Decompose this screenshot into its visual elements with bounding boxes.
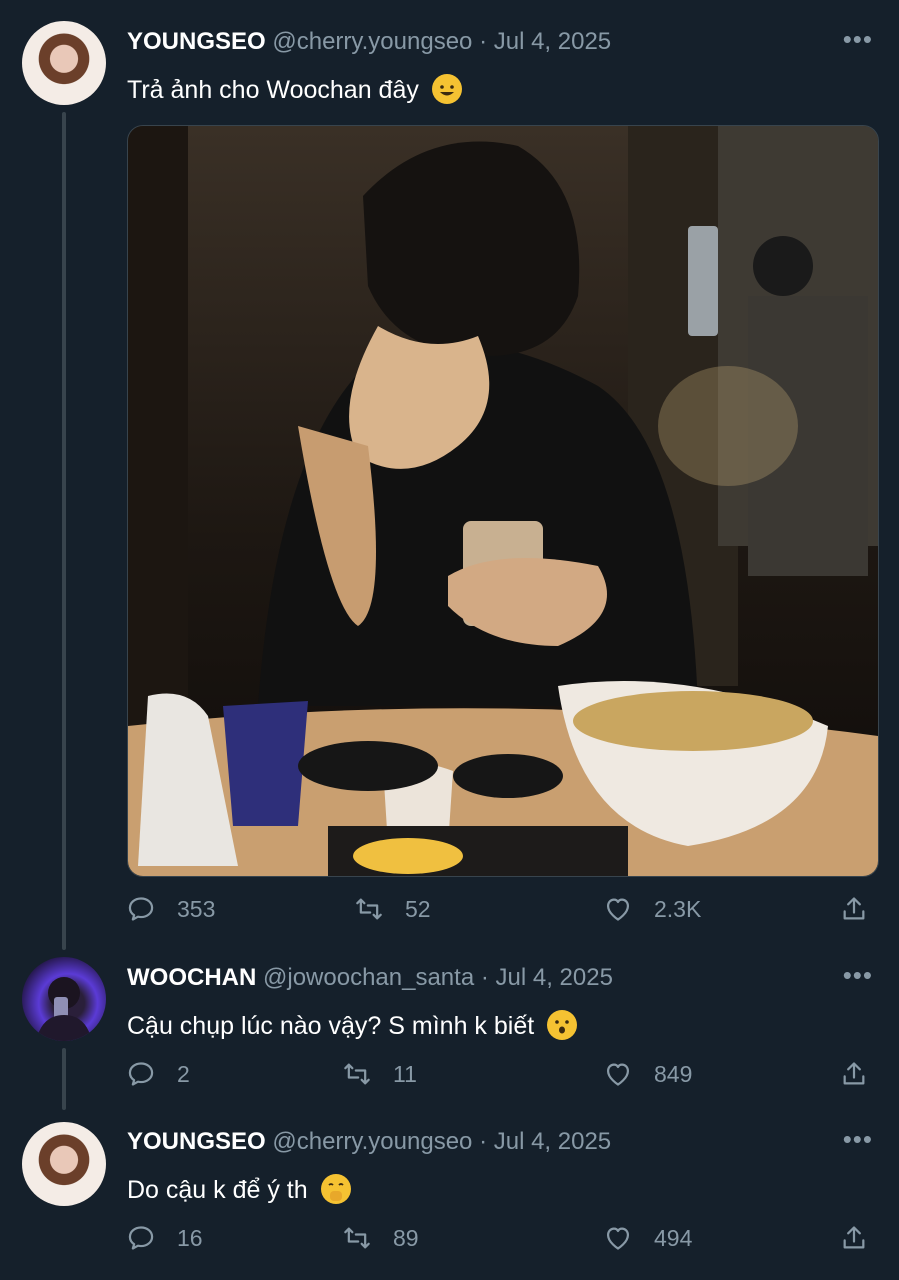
like-count: 2.3K bbox=[654, 895, 702, 922]
hushed-face-icon bbox=[547, 1010, 578, 1040]
display-name[interactable]: YOUNGSEO bbox=[127, 28, 266, 55]
avatar[interactable] bbox=[22, 21, 106, 105]
tweet-text-content: Trả ảnh cho Woochan đây bbox=[127, 76, 419, 104]
user-handle[interactable]: @cherry.youngseo bbox=[272, 1128, 472, 1155]
avatar-image bbox=[36, 977, 92, 1041]
tweet-text: Trả ảnh cho Woochan đây bbox=[127, 74, 462, 105]
timestamp[interactable]: Jul 4, 2025 bbox=[496, 964, 613, 991]
heart-icon bbox=[606, 1063, 630, 1086]
like-button[interactable]: 849 bbox=[604, 1060, 692, 1088]
reply-count: 2 bbox=[177, 1060, 190, 1087]
share-button[interactable] bbox=[840, 1060, 890, 1088]
tweet-header: WOOCHAN @jowoochan_santa · Jul 4, 2025 bbox=[127, 964, 613, 992]
reply-icon bbox=[128, 897, 154, 921]
tweet-text-content: Do cậu k để ý th bbox=[127, 1176, 308, 1204]
tweet-actions: 2 11 849 bbox=[127, 1060, 872, 1100]
more-options-icon[interactable]: ••• bbox=[843, 24, 873, 55]
user-handle[interactable]: @jowoochan_santa bbox=[263, 964, 474, 991]
reply-button[interactable]: 2 bbox=[127, 1060, 190, 1088]
like-button[interactable]: 494 bbox=[604, 1224, 692, 1252]
reply-button[interactable]: 353 bbox=[127, 895, 215, 923]
share-icon bbox=[843, 1062, 865, 1085]
tweet-header: YOUNGSEO @cherry.youngseo · Jul 4, 2025 bbox=[127, 28, 611, 56]
more-options-icon[interactable]: ••• bbox=[843, 960, 873, 991]
retweet-button[interactable]: 52 bbox=[355, 895, 431, 923]
retweet-icon bbox=[344, 1063, 370, 1085]
share-button[interactable] bbox=[840, 1224, 890, 1252]
tweet-header: YOUNGSEO @cherry.youngseo · Jul 4, 2025 bbox=[127, 1128, 611, 1156]
tweet-actions: 353 52 2.3K bbox=[127, 895, 872, 935]
tweet-text: Cậu chụp lúc nào vậy? S mình k biết bbox=[127, 1010, 578, 1041]
more-options-icon[interactable]: ••• bbox=[843, 1124, 873, 1155]
share-button[interactable] bbox=[840, 895, 890, 923]
tweet-photo[interactable] bbox=[127, 125, 879, 877]
separator-dot: · bbox=[479, 1128, 488, 1155]
user-handle[interactable]: @cherry.youngseo bbox=[272, 28, 472, 55]
grinning-cat-icon bbox=[431, 74, 462, 104]
avatar[interactable] bbox=[22, 1122, 106, 1206]
separator-dot: · bbox=[479, 28, 488, 55]
heart-icon bbox=[606, 898, 630, 921]
reply-count: 16 bbox=[177, 1224, 203, 1251]
timestamp[interactable]: Jul 4, 2025 bbox=[494, 28, 611, 55]
heart-icon bbox=[606, 1227, 630, 1250]
tweet-actions: 16 89 494 bbox=[127, 1224, 872, 1264]
retweet-button[interactable]: 89 bbox=[343, 1224, 419, 1252]
reply-icon bbox=[128, 1226, 154, 1250]
retweet-count: 89 bbox=[393, 1224, 419, 1251]
like-count: 494 bbox=[654, 1224, 693, 1251]
reply-count: 353 bbox=[177, 895, 216, 922]
face-with-hand-over-mouth-icon bbox=[320, 1174, 351, 1204]
timestamp[interactable]: Jul 4, 2025 bbox=[494, 1128, 611, 1155]
avatar[interactable] bbox=[22, 957, 106, 1041]
tweet[interactable]: WOOCHAN @jowoochan_santa · Jul 4, 2025 •… bbox=[0, 950, 899, 1114]
like-button[interactable]: 2.3K bbox=[604, 895, 701, 923]
retweet-icon bbox=[344, 1227, 370, 1249]
display-name[interactable]: YOUNGSEO bbox=[127, 1128, 266, 1155]
share-icon bbox=[843, 897, 865, 920]
retweet-count: 52 bbox=[405, 895, 431, 922]
display-name[interactable]: WOOCHAN bbox=[127, 964, 256, 991]
tweet-text-content: Cậu chụp lúc nào vậy? S mình k biết bbox=[127, 1012, 535, 1040]
reply-icon bbox=[128, 1062, 154, 1086]
tweet[interactable]: YOUNGSEO @cherry.youngseo · Jul 4, 2025 … bbox=[0, 0, 899, 950]
reply-button[interactable]: 16 bbox=[127, 1224, 203, 1252]
retweet-button[interactable]: 11 bbox=[343, 1060, 417, 1088]
retweet-count: 11 bbox=[393, 1060, 417, 1087]
photo-illustration bbox=[128, 126, 878, 876]
like-count: 849 bbox=[654, 1060, 693, 1087]
tweet[interactable]: YOUNGSEO @cherry.youngseo · Jul 4, 2025 … bbox=[0, 1114, 899, 1280]
retweet-icon bbox=[356, 898, 382, 920]
separator-dot: · bbox=[480, 964, 489, 991]
tweet-text: Do cậu k để ý th bbox=[127, 1174, 351, 1205]
share-icon bbox=[843, 1226, 865, 1249]
